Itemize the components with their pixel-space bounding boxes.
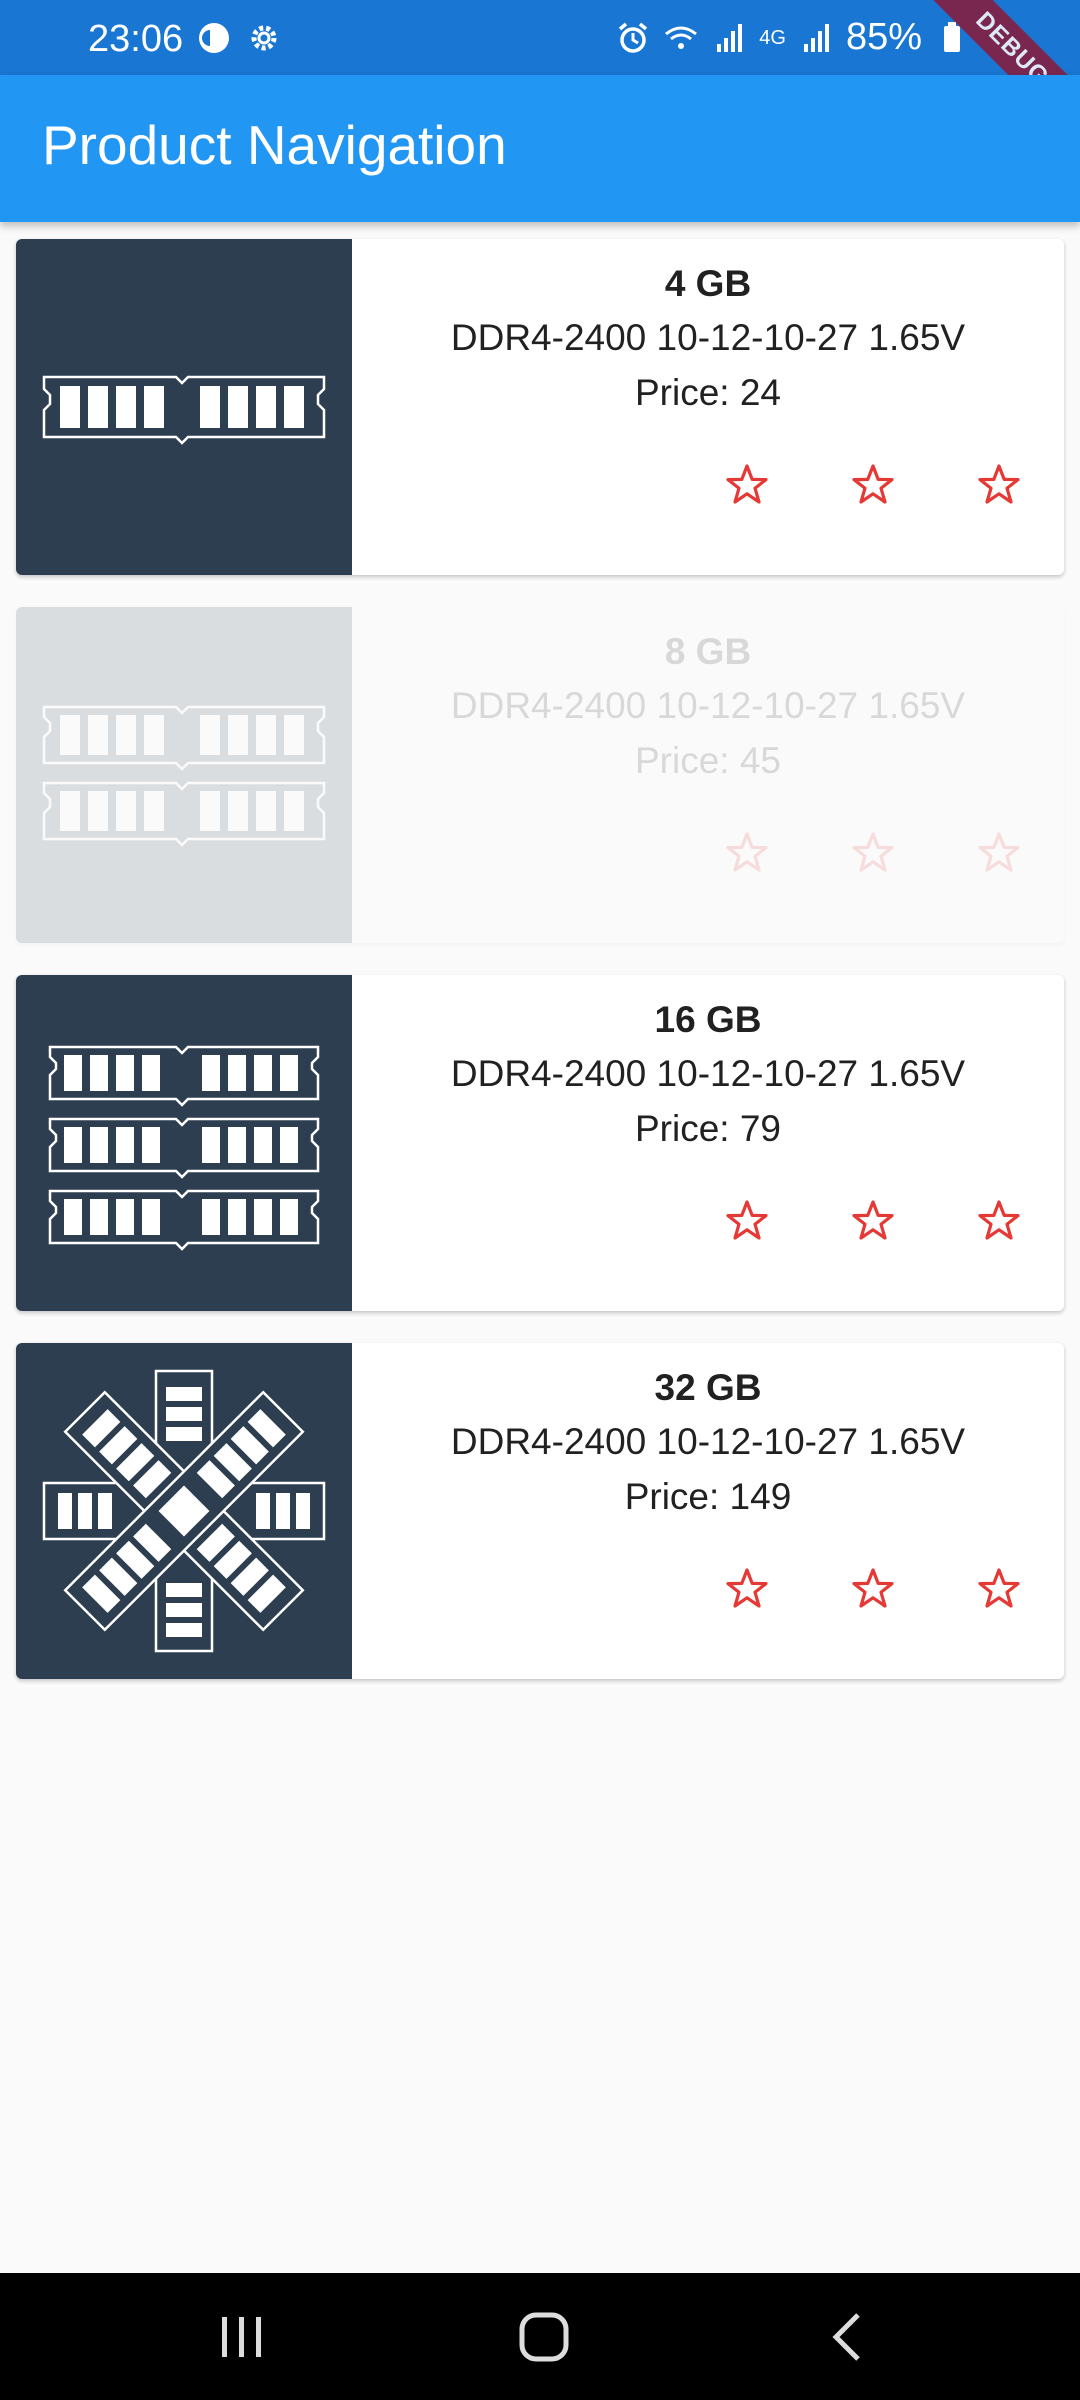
recent-apps-icon[interactable] xyxy=(214,2311,270,2363)
product-info: 16 GB DDR4-2400 10-12-10-27 1.65V Price:… xyxy=(352,975,1064,1311)
product-price: Price: 45 xyxy=(634,740,781,781)
star-icon xyxy=(975,829,1023,877)
product-info: 4 GB DDR4-2400 10-12-10-27 1.65V Price: … xyxy=(352,239,1064,575)
app-bar: Product Navigation xyxy=(0,75,1080,222)
home-icon[interactable] xyxy=(516,2311,572,2363)
app-notification-icon xyxy=(196,20,232,56)
star-icon[interactable] xyxy=(723,461,771,509)
product-price: Price: 24 xyxy=(634,372,781,413)
back-icon[interactable] xyxy=(820,2311,876,2363)
star-icon[interactable] xyxy=(849,461,897,509)
status-bar: 23:06 4G 85% DEBUG xyxy=(0,0,1080,156)
status-time: 23:06 xyxy=(88,18,184,60)
product-spec: DDR4-2400 10-12-10-27 1.65V xyxy=(450,1421,966,1462)
product-spec: DDR4-2400 10-12-10-27 1.65V xyxy=(450,317,966,358)
star-icon[interactable] xyxy=(975,461,1023,509)
product-spec: DDR4-2400 10-12-10-27 1.65V xyxy=(450,685,966,726)
wifi-icon xyxy=(663,20,699,56)
rating-stars xyxy=(352,829,1064,879)
product-capacity: 16 GB xyxy=(654,999,762,1040)
product-capacity: 8 GB xyxy=(664,631,752,672)
product-card-16gb[interactable]: 16 GB DDR4-2400 10-12-10-27 1.65V Price:… xyxy=(16,975,1064,1311)
rating-stars xyxy=(352,1565,1064,1615)
battery-percent: 85% xyxy=(845,16,922,58)
triple-ram-module-icon xyxy=(16,975,352,1311)
star-icon xyxy=(849,829,897,877)
product-card-32gb[interactable]: 32 GB DDR4-2400 10-12-10-27 1.65V Price:… xyxy=(16,1343,1064,1679)
star-icon[interactable] xyxy=(849,1565,897,1613)
star-icon xyxy=(723,829,771,877)
system-nav-bar xyxy=(0,2273,1080,2400)
product-info: 32 GB DDR4-2400 10-12-10-27 1.65V Price:… xyxy=(352,1343,1064,1679)
crossed-ram-modules-icon xyxy=(16,1343,352,1679)
alarm-icon xyxy=(615,20,651,56)
product-price: Price: 79 xyxy=(634,1108,781,1149)
star-icon[interactable] xyxy=(849,1197,897,1245)
product-card-4gb[interactable]: 4 GB DDR4-2400 10-12-10-27 1.65V Price: … xyxy=(16,239,1064,575)
product-spec: DDR4-2400 10-12-10-27 1.65V xyxy=(450,1053,966,1094)
star-icon[interactable] xyxy=(975,1197,1023,1245)
star-icon[interactable] xyxy=(975,1565,1023,1613)
product-capacity: 32 GB xyxy=(654,1367,762,1408)
product-capacity: 4 GB xyxy=(664,263,752,304)
rating-stars xyxy=(352,461,1064,511)
status-right-icons: 4G 85% xyxy=(615,16,970,59)
signal-icon-2 xyxy=(798,20,834,56)
page-title: Product Navigation xyxy=(42,114,507,176)
status-left-icons xyxy=(196,20,282,56)
single-ram-module-icon xyxy=(16,239,352,575)
network-type: 4G xyxy=(759,26,786,49)
product-card-8gb[interactable]: 8 GB DDR4-2400 10-12-10-27 1.65V Price: … xyxy=(16,607,1064,943)
settings-gear-icon xyxy=(246,20,282,56)
star-icon[interactable] xyxy=(723,1565,771,1613)
rating-stars xyxy=(352,1197,1064,1247)
star-icon[interactable] xyxy=(723,1197,771,1245)
product-price: Price: 149 xyxy=(624,1476,792,1517)
double-ram-module-icon xyxy=(16,607,352,943)
signal-icon xyxy=(711,20,747,56)
product-info: 8 GB DDR4-2400 10-12-10-27 1.65V Price: … xyxy=(352,607,1064,943)
